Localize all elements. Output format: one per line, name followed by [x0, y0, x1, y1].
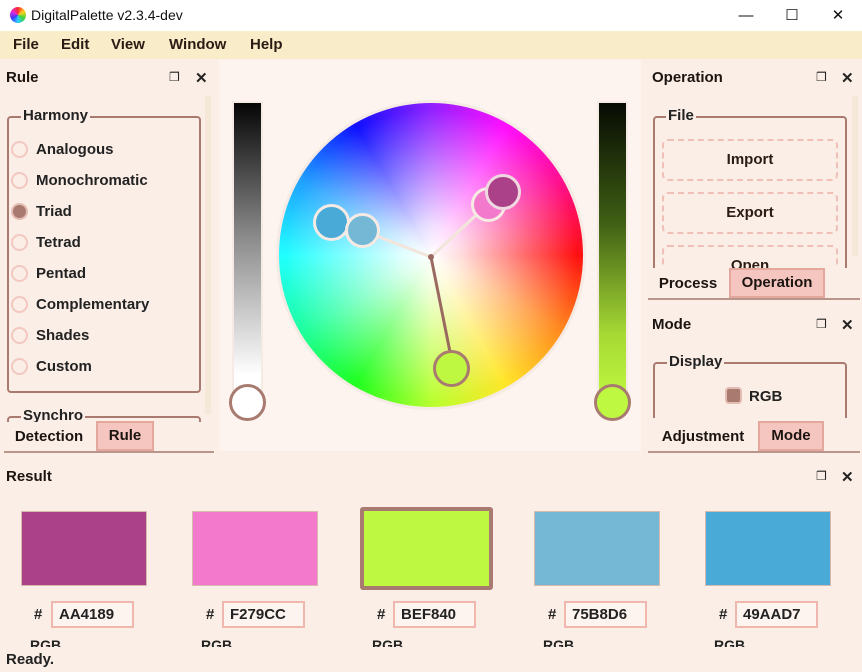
hex-input-1[interactable]: AA4189: [51, 601, 134, 628]
radio-shades[interactable]: [11, 327, 28, 344]
maximize-button[interactable]: ☐: [769, 0, 815, 31]
open-button[interactable]: Open: [662, 245, 838, 268]
radio-label-custom: Custom: [36, 358, 92, 375]
color-handle-bef840[interactable]: [433, 350, 470, 387]
export-button[interactable]: Export: [662, 192, 838, 234]
hex-input-2[interactable]: F279CC: [222, 601, 305, 628]
swatch-1[interactable]: [21, 511, 147, 586]
rule-scrollbar[interactable]: [205, 96, 211, 414]
swatch-3-fill: [364, 511, 489, 586]
rgb-label-3: RGB: [372, 637, 404, 647]
synchro-legend: Synchro: [21, 407, 86, 422]
tab-adjustment[interactable]: Adjustment: [650, 422, 756, 452]
color-handle-49aad7[interactable]: [313, 204, 350, 241]
swatch-4-fill: [535, 512, 659, 585]
result-close-icon[interactable]: ✕: [841, 468, 854, 486]
radio-custom[interactable]: [11, 358, 28, 375]
brightness-slider-track[interactable]: [232, 101, 263, 401]
radio-label-tetrad: Tetrad: [36, 234, 81, 251]
operation-dock-icon[interactable]: ❒: [816, 70, 827, 84]
menu-view[interactable]: View: [111, 36, 145, 53]
tab-operation[interactable]: Operation: [729, 268, 825, 298]
color-handle-aa4189[interactable]: [485, 174, 521, 210]
app-logo-icon: [10, 7, 26, 23]
operation-close-icon[interactable]: ✕: [841, 69, 854, 87]
hex-input-4[interactable]: 75B8D6: [564, 601, 647, 628]
tab-detection[interactable]: Detection: [4, 422, 94, 452]
result-swatches: # AA4189 RGB # F279CC RGB # BEF840 RGB #…: [0, 500, 862, 647]
hash-label-4: #: [548, 606, 557, 623]
rgb-label-4: RGB: [543, 637, 575, 647]
synchro-group-clip: Synchro: [0, 406, 210, 422]
rgb-label-5: RGB: [714, 637, 746, 647]
swatch-2[interactable]: [192, 511, 318, 586]
menu-file[interactable]: File: [13, 36, 39, 53]
menu-help[interactable]: Help: [250, 36, 283, 53]
radio-pentad[interactable]: [11, 265, 28, 282]
swatch-5[interactable]: [705, 511, 831, 586]
menu-window[interactable]: Window: [169, 36, 226, 53]
hash-label-1: #: [34, 606, 43, 623]
file-group-clip: File Import Export Open: [644, 100, 856, 268]
brightness-slider-handle[interactable]: [229, 384, 266, 421]
swatch-5-fill: [706, 512, 830, 585]
harmony-legend: Harmony: [21, 107, 91, 124]
radio-label-triad: Triad: [36, 203, 72, 220]
tab-rule[interactable]: Rule: [96, 421, 154, 451]
import-button[interactable]: Import: [662, 139, 838, 181]
rule-close-icon[interactable]: ✕: [195, 69, 208, 87]
saturation-slider-handle[interactable]: [594, 384, 631, 421]
rule-panel-title: Rule: [6, 69, 39, 86]
color-handle-75b8d6[interactable]: [345, 213, 380, 248]
swatch-1-fill: [22, 512, 146, 585]
radio-label-analogous: Analogous: [36, 141, 114, 158]
swatch-2-fill: [193, 512, 317, 585]
mode-close-icon[interactable]: ✕: [841, 316, 854, 334]
radio-monochromatic[interactable]: [11, 172, 28, 189]
status-text: Ready.: [6, 651, 55, 668]
display-legend: Display: [667, 353, 725, 370]
radio-label-shades: Shades: [36, 327, 90, 344]
hex-input-3[interactable]: BEF840: [393, 601, 476, 628]
rgb-label-1: RGB: [30, 637, 62, 647]
result-panel-title: Result: [6, 468, 52, 485]
rgb-checkbox-label: RGB: [749, 388, 783, 405]
hex-input-5[interactable]: 49AAD7: [735, 601, 818, 628]
window-title: DigitalPalette v2.3.4-dev: [31, 7, 183, 23]
swatch-4[interactable]: [534, 511, 660, 586]
saturation-slider-track[interactable]: [597, 101, 628, 401]
radio-label-complementary: Complementary: [36, 296, 150, 313]
radio-label-pentad: Pentad: [36, 265, 87, 282]
mode-dock-icon[interactable]: ❒: [816, 317, 827, 331]
rgb-checkbox[interactable]: [725, 387, 742, 404]
radio-label-monochromatic: Monochromatic: [36, 172, 148, 189]
rgb-label-2: RGB: [201, 637, 233, 647]
tab-mode[interactable]: Mode: [758, 421, 824, 451]
tab-process[interactable]: Process: [648, 269, 728, 299]
hash-label-5: #: [719, 606, 728, 623]
mode-panel-title: Mode: [652, 316, 692, 333]
hash-label-2: #: [206, 606, 215, 623]
radio-analogous[interactable]: [11, 141, 28, 158]
hash-label-3: #: [377, 606, 386, 623]
radio-triad[interactable]: [11, 203, 28, 220]
menu-edit[interactable]: Edit: [61, 36, 89, 53]
display-group-clip: Display RGB: [644, 346, 856, 418]
rule-dock-icon[interactable]: ❒: [169, 70, 180, 84]
operation-panel-title: Operation: [652, 69, 723, 86]
harmony-lines: [363, 204, 488, 353]
minimize-button[interactable]: —: [723, 0, 769, 31]
result-dock-icon[interactable]: ❒: [816, 469, 827, 483]
close-window-button[interactable]: ✕: [815, 0, 861, 31]
swatch-3[interactable]: [360, 507, 493, 590]
radio-tetrad[interactable]: [11, 234, 28, 251]
radio-complementary[interactable]: [11, 296, 28, 313]
status-bar: [0, 647, 862, 672]
file-legend: File: [666, 107, 696, 124]
